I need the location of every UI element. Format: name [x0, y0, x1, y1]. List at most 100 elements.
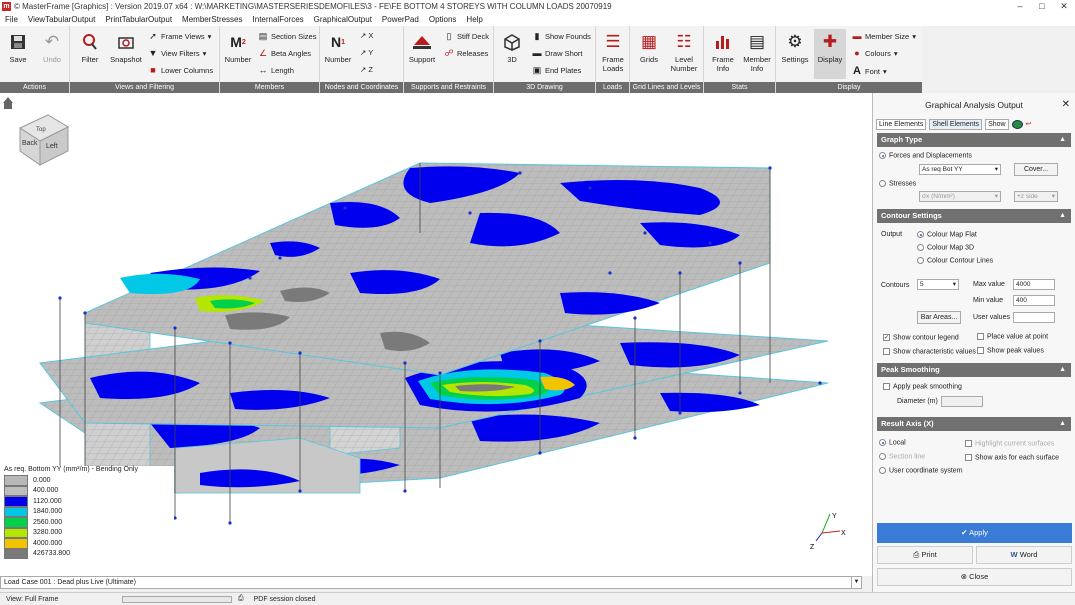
menu-print-tabular-output[interactable]: PrintTabularOutput	[100, 15, 177, 24]
frame-loads-button[interactable]: ☰ Frame Loads	[597, 29, 629, 73]
menu-graphical-output[interactable]: GraphicalOutput	[309, 15, 377, 24]
word-button[interactable]: W Word	[976, 546, 1072, 564]
menu-options[interactable]: Options	[424, 15, 462, 24]
member-number-button[interactable]: M2 Number	[222, 29, 254, 64]
undo-button[interactable]: ↶ Undo	[36, 29, 68, 64]
close-icon[interactable]: ✕	[1062, 93, 1070, 117]
section-contour-settings[interactable]: Contour Settings ▲	[877, 209, 1071, 223]
close-button[interactable]: ⊗ Close	[877, 568, 1072, 586]
menu-powerpad[interactable]: PowerPad	[377, 15, 424, 24]
filter-button[interactable]: Filter	[74, 29, 106, 64]
min-value-input[interactable]: 400	[1013, 295, 1055, 306]
maximize-button[interactable]: □	[1031, 0, 1053, 12]
radio-forces[interactable]: Forces and Displacements	[879, 152, 972, 159]
chevron-down-icon[interactable]: ▼	[851, 577, 861, 588]
legend-label: 400.000	[33, 487, 59, 495]
member-size-button[interactable]: ▬ Member Size ▾	[852, 31, 916, 41]
coord-x-button[interactable]: ↗ X	[360, 31, 373, 40]
collapse-icon[interactable]: ▲	[1059, 209, 1066, 223]
font-button[interactable]: A Font ▾	[852, 65, 887, 77]
draw-short-button[interactable]: ▬ Draw Short	[532, 48, 583, 58]
chk-show-axis[interactable]: Show axis for each surface	[965, 454, 1059, 461]
show-button[interactable]: Show	[985, 118, 1009, 130]
menu-view-tabular-output[interactable]: ViewTabularOutput	[23, 15, 100, 24]
diameter-input[interactable]	[941, 396, 983, 407]
menu-help[interactable]: Help	[461, 15, 487, 24]
draw-icon: ▬	[532, 48, 542, 58]
printer-icon: ⎙	[913, 550, 920, 559]
chk-place-value[interactable]: Place value at point	[977, 333, 1048, 340]
collapse-icon[interactable]: ▲	[1059, 417, 1066, 431]
group-label: Actions	[0, 82, 69, 93]
menu-internal-forces[interactable]: InternalForces	[248, 15, 309, 24]
stresses-select[interactable]: σx (N/mm²) ▾	[919, 191, 1001, 202]
radio-section-line[interactable]: Section line	[879, 453, 925, 460]
side-select[interactable]: +z side ▾	[1014, 191, 1058, 202]
display-button[interactable]: ✚ Display	[814, 29, 846, 79]
coord-y-button[interactable]: ↗ Y	[360, 48, 373, 57]
3d-button[interactable]: 3D	[496, 29, 528, 64]
section-result-axis[interactable]: Result Axis (X) ▲	[877, 417, 1071, 431]
bar-areas-button[interactable]: Bar Areas...	[917, 311, 961, 324]
eye-icon[interactable]	[1011, 119, 1023, 129]
node-number-button[interactable]: N1 Number	[322, 29, 354, 64]
radio-user-coordinate[interactable]: User coordinate system	[879, 467, 963, 474]
section-sizes-button[interactable]: ▤ Section Sizes	[258, 31, 317, 42]
radio-local[interactable]: Local	[879, 439, 906, 446]
contours-select[interactable]: 5 ▾	[917, 279, 959, 290]
radio-contour-lines[interactable]: Colour Contour Lines	[917, 257, 993, 264]
filter-icon	[74, 29, 106, 55]
save-button[interactable]: Save	[2, 29, 34, 64]
snapshot-button[interactable]: Snapshot	[110, 29, 142, 64]
group-stats: Frame Info ▤ Member Info Stats	[704, 26, 776, 93]
menu-file[interactable]: File	[0, 15, 23, 24]
length-button[interactable]: ↔ Length	[258, 65, 294, 75]
print-button[interactable]: ⎙ Print	[877, 546, 973, 564]
show-founds-button[interactable]: ▮ Show Founds	[532, 31, 591, 42]
chk-show-peak[interactable]: Show peak values	[977, 347, 1044, 354]
stiff-deck-button[interactable]: ▯ Stiff Deck	[444, 31, 489, 42]
frame-views-button[interactable]: ➚ Frame Views ▾	[148, 31, 211, 42]
minimize-button[interactable]: –	[1009, 0, 1031, 12]
menu-member-stresses[interactable]: MemberStresses	[177, 15, 247, 24]
tab-shell-elements[interactable]: Shell Elements	[929, 118, 983, 130]
forces-select[interactable]: As req Bot YY ▾	[919, 164, 1001, 175]
chk-show-legend[interactable]: ✓ Show contour legend	[883, 334, 959, 341]
collapse-icon[interactable]: ▲	[1059, 363, 1066, 377]
chk-show-characteristic[interactable]: Show characteristic values	[883, 348, 976, 355]
home-icon[interactable]	[3, 97, 13, 109]
radio-colour-map-flat[interactable]: Colour Map Flat	[917, 231, 977, 238]
support-button[interactable]: Support	[406, 29, 438, 64]
colours-button[interactable]: ● Colours ▾	[852, 48, 897, 58]
graphics-viewport[interactable]: Top Back Left Y X Z As req. Bottom YY (m…	[0, 93, 872, 576]
chk-highlight-surfaces[interactable]: Highlight current surfaces	[965, 440, 1054, 447]
section-graph-type[interactable]: Graph Type ▲	[877, 133, 1071, 147]
cover-button[interactable]: Cover...	[1014, 163, 1058, 176]
member-info-button[interactable]: ▤ Member Info	[741, 29, 773, 73]
lower-columns-button[interactable]: ■ Lower Columns	[148, 65, 213, 75]
collapse-icon[interactable]: ▲	[1059, 133, 1066, 147]
max-value-input[interactable]: 4000	[1013, 279, 1055, 290]
tab-line-elements[interactable]: Line Elements	[876, 118, 927, 130]
view-filters-button[interactable]: ▼ View Filters ▾	[148, 48, 207, 58]
navigation-cube[interactable]: Top Back Left	[18, 114, 70, 166]
level-number-button[interactable]: ☷ Level Number	[668, 29, 700, 73]
coord-z-button[interactable]: ↗ Z	[360, 65, 373, 74]
settings-button[interactable]: ⚙ Settings	[779, 29, 811, 64]
grids-button[interactable]: ▦ Grids	[633, 29, 665, 64]
frame-info-button[interactable]: Frame Info	[707, 29, 739, 73]
user-values-input[interactable]	[1013, 312, 1055, 323]
releases-button[interactable]: ☍ Releases	[444, 48, 488, 59]
undo-arrow-icon[interactable]: ↩	[1026, 120, 1032, 128]
end-plates-button[interactable]: ▣ End Plates	[532, 65, 582, 76]
apply-button[interactable]: ✔ Apply	[877, 523, 1072, 543]
radio-colour-map-3d[interactable]: Colour Map 3D	[917, 244, 974, 251]
load-case-select[interactable]: Load Case 001 : Dead plus Live (Ultimate…	[0, 576, 862, 589]
beta-angles-button[interactable]: ∠ Beta Angles	[258, 48, 311, 59]
section-peak-smoothing[interactable]: Peak Smoothing ▲	[877, 363, 1071, 377]
radio-stresses[interactable]: Stresses	[879, 180, 916, 187]
status-bar: View: Full Frame ⎙ PDF session closed	[0, 592, 1075, 605]
chk-apply-peak[interactable]: Apply peak smoothing	[883, 383, 962, 390]
contours-label: Contours	[881, 282, 910, 289]
close-window-button[interactable]: ✕	[1053, 0, 1075, 12]
